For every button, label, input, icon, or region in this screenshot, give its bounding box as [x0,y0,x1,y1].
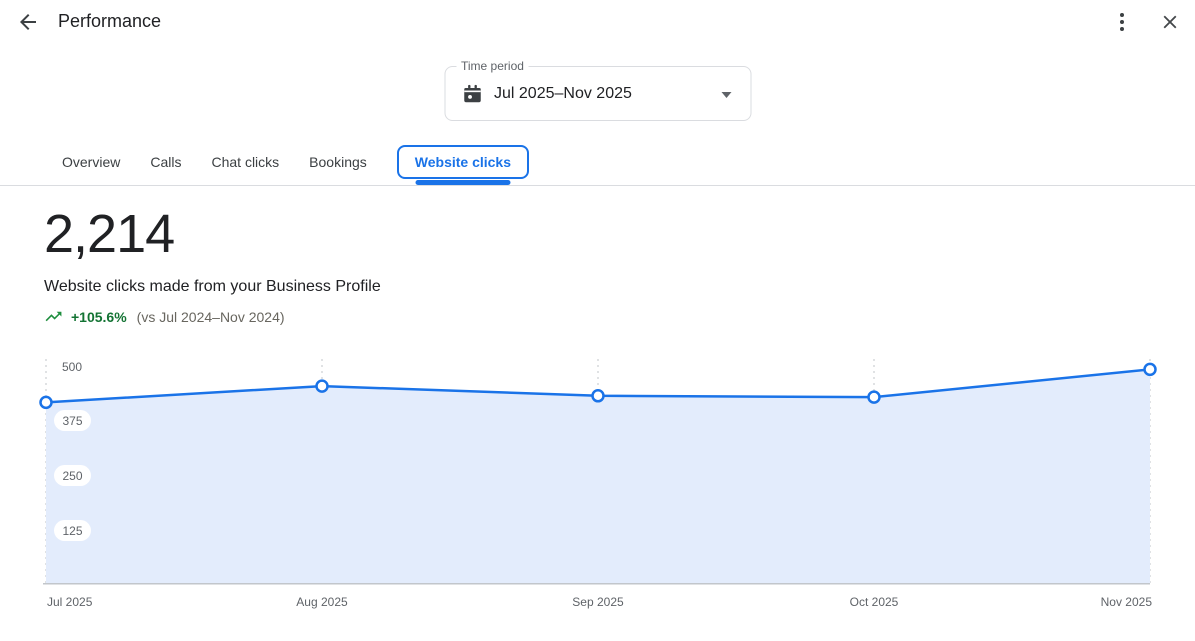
arrow-back-icon [16,10,40,34]
data-point-nov-2025[interactable] [1145,364,1156,375]
y-axis-pill: 375 [54,410,91,431]
trend-row: +105.6% (vs Jul 2024–Nov 2024) [44,307,381,326]
back-button[interactable] [8,2,48,42]
trending-up-icon [44,307,63,326]
y-axis-pill: 125 [54,520,91,541]
time-period-label: Time period [456,58,529,74]
data-point-aug-2025[interactable] [317,381,328,392]
performance-panel: Performance Time period Jul 2025–Nov 202… [0,0,1195,641]
trend-change: +105.6% [71,309,127,325]
time-period-value: Jul 2025–Nov 2025 [494,85,632,103]
tab-overview[interactable]: Overview [62,154,120,170]
metric-block: 2,214 Website clicks made from your Busi… [44,203,381,326]
x-axis-label: Aug 2025 [277,595,367,609]
metric-value: 2,214 [44,203,381,265]
tab-calls[interactable]: Calls [150,154,181,170]
calendar-icon [461,83,483,105]
x-axis-label: Jul 2025 [47,595,137,609]
tab-website-clicks[interactable]: Website clicks [397,145,529,179]
y-axis-label: 500 [62,360,82,374]
tab-bookings[interactable]: Bookings [309,154,367,170]
page-title: Performance [58,11,161,32]
tab-bar: Overview Calls Chat clicks Bookings Website … [62,144,529,180]
trend-comparison: (vs Jul 2024–Nov 2024) [137,309,285,325]
data-point-oct-2025[interactable] [869,392,880,403]
close-icon [1159,11,1181,33]
more-options-button[interactable] [1102,2,1142,42]
data-point-jul-2025[interactable] [41,397,52,408]
time-period-select[interactable]: Time period Jul 2025–Nov 2025 [444,66,751,121]
header: Performance [0,0,1195,44]
x-axis-label: Nov 2025 [1062,595,1152,609]
dropdown-caret-icon [721,92,731,98]
tab-chat-clicks[interactable]: Chat clicks [211,154,279,170]
x-axis-label: Oct 2025 [829,595,919,609]
tabs-divider [0,185,1195,186]
y-axis-pill: 250 [54,465,91,486]
x-axis-label: Sep 2025 [553,595,643,609]
chart-canvas [0,355,1195,591]
metric-description: Website clicks made from your Business P… [44,278,381,296]
close-button[interactable] [1150,2,1190,42]
kebab-menu-icon [1110,10,1134,34]
website-clicks-chart: 500 375 250 125 Jul 2025 Aug 2025 Sep 2025 Oct … [0,355,1195,615]
data-point-sep-2025[interactable] [593,390,604,401]
